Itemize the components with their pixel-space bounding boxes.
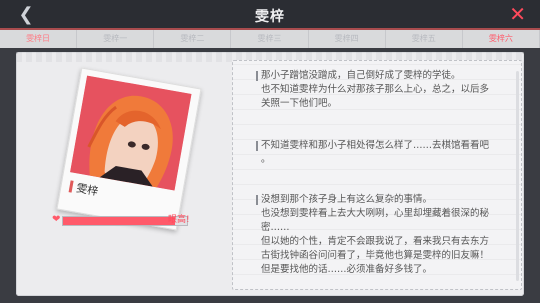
paragraph-line: 也没想到雯梓看上去大大咧咧，心里却埋藏着很深的秘 [261, 208, 490, 219]
paragraph-line: 古街找钟函谷问问看了，毕竟他也算是雯梓的旧友嘛！ [261, 250, 490, 261]
character-name: 雯梓 [75, 181, 100, 199]
paragraph-line: 关照一下他们吧。 [261, 98, 338, 109]
tab-3[interactable]: 雯梓三 [231, 30, 309, 48]
tab-4[interactable]: 雯梓四 [309, 30, 386, 48]
paragraph-line: 密…… [261, 222, 290, 233]
scrollbar[interactable] [516, 71, 519, 281]
character-story-screen: ❮ 雯梓 ✕ 雯梓日 雯梓一 雯梓二 雯梓三 雯梓四 雯梓五 雯梓六 雯梓 ❤ … [0, 0, 540, 303]
character-portrait [70, 75, 192, 191]
affection-bar-fill [63, 217, 175, 225]
page-title: 雯梓 [255, 9, 285, 25]
affection-label: 眼高! [168, 215, 190, 225]
story-text-box: 那小子蹭馆没蹭成，自己倒好成了雯梓的学徒。 也不知道雯梓为什么对那孩子那么上心，… [232, 60, 522, 290]
paragraph-line: 不知道雯梓和那小子相处得怎么样了……去棋馆看看吧 [256, 139, 513, 153]
tab-0[interactable]: 雯梓日 [0, 30, 78, 48]
top-bar: ❮ 雯梓 ✕ [0, 0, 540, 30]
name-accent-bar [68, 180, 74, 193]
close-icon: ✕ [509, 2, 526, 26]
character-photo-card: 雯梓 [56, 67, 202, 231]
tab-2[interactable]: 雯梓二 [154, 30, 232, 48]
paragraph-line: 。 [261, 154, 271, 165]
tab-5[interactable]: 雯梓五 [386, 30, 463, 48]
story-paragraph-1: 那小子蹭馆没蹭成，自己倒好成了雯梓的学徒。 也不知道雯梓为什么对那孩子那么上心，… [256, 69, 513, 111]
tab-1[interactable]: 雯梓一 [77, 30, 155, 48]
paragraph-line: 也不知道雯梓为什么对那孩子那么上心，总之，以后多 [261, 84, 490, 95]
paragraph-line: 那小子蹭馆没蹭成，自己倒好成了雯梓的学徒。 [256, 69, 513, 83]
close-button[interactable]: ✕ [509, 3, 526, 25]
character-name-tag: 雯梓 [68, 178, 99, 199]
story-paragraph-2: 不知道雯梓和那小子相处得怎么样了……去棋馆看看吧 。 [256, 139, 513, 167]
story-paragraph-3: 没想到那个孩子身上有这么复杂的事情。 也没想到雯梓看上去大大咧咧，心里却埋藏着很… [256, 193, 513, 277]
paragraph-line: 但以她的个性，肯定不会跟我说了，看来我只有去东方 [261, 236, 490, 247]
tab-6[interactable]: 雯梓六 [463, 30, 540, 48]
paragraph-line: 但是要找他的话……必须准备好多钱了。 [261, 264, 433, 275]
paragraph-line: 没想到那个孩子身上有这么复杂的事情。 [256, 193, 513, 207]
heart-icon: ❤ [52, 214, 61, 225]
story-tabs: 雯梓日 雯梓一 雯梓二 雯梓三 雯梓四 雯梓五 雯梓六 [0, 30, 540, 48]
